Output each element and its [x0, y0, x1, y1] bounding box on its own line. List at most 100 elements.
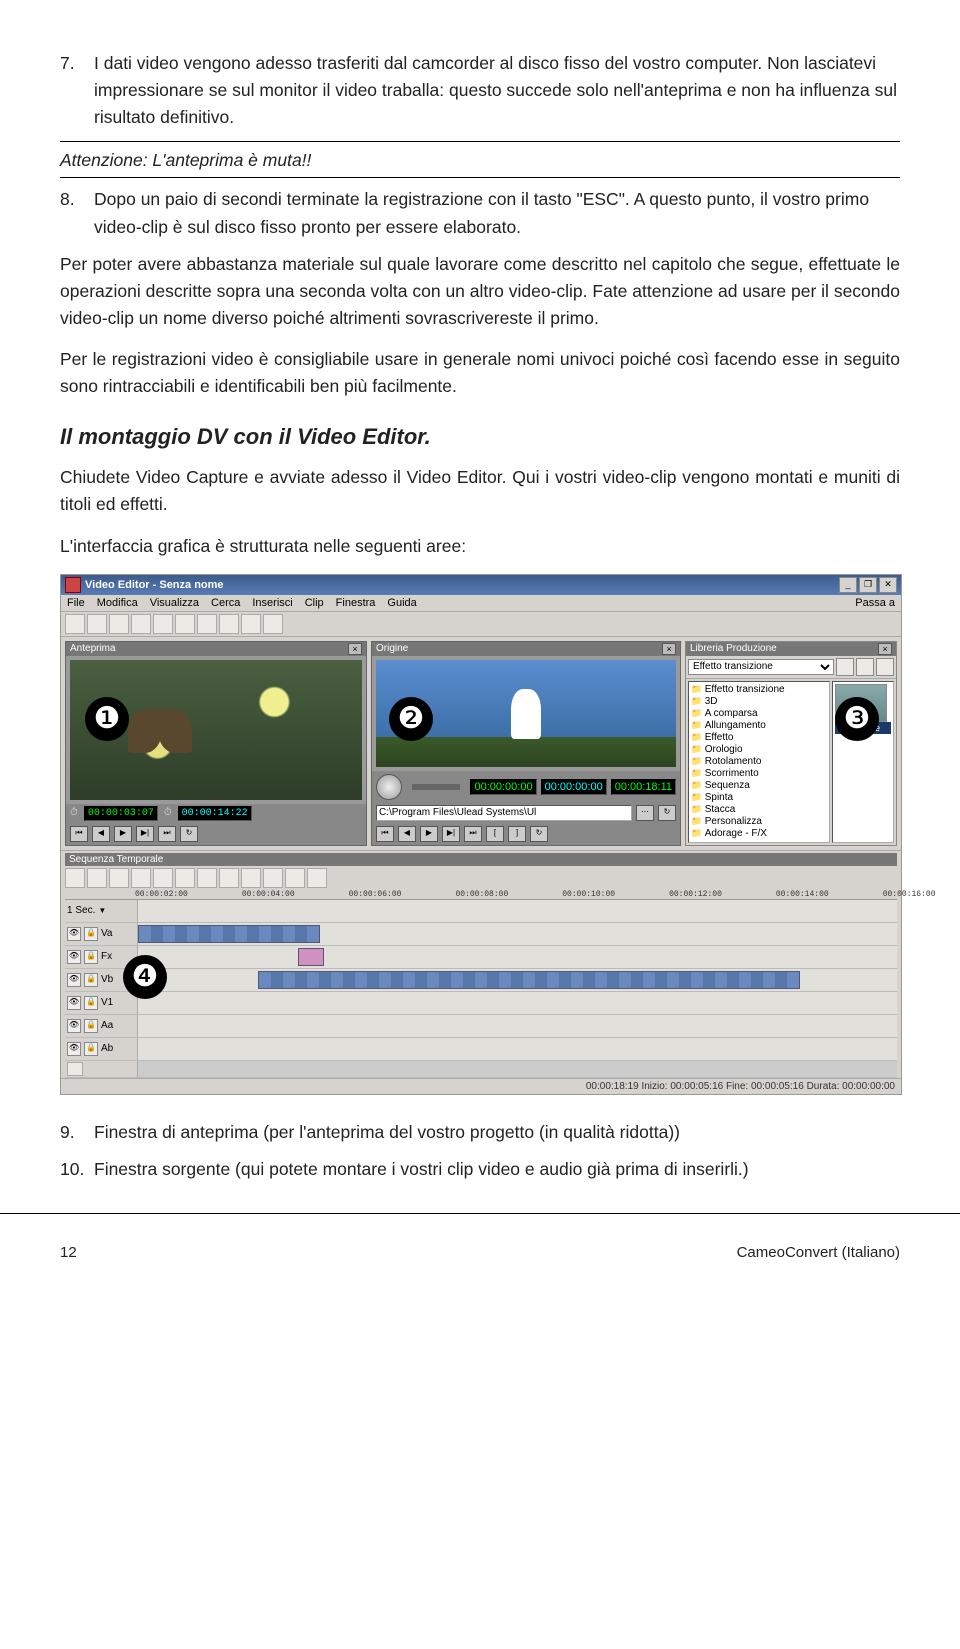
- tree-item[interactable]: A comparsa: [691, 708, 827, 720]
- toolbar-button[interactable]: [241, 614, 261, 634]
- minimize-button[interactable]: _: [839, 577, 857, 593]
- collapse-button[interactable]: [67, 1062, 83, 1076]
- jog-wheel[interactable]: [376, 774, 402, 800]
- menu-window[interactable]: Finestra: [336, 597, 376, 609]
- prev-button[interactable]: ◀: [92, 826, 110, 842]
- lock-icon[interactable]: 🔒: [84, 1019, 98, 1033]
- timeline-tool[interactable]: [263, 868, 283, 888]
- toolbar-button[interactable]: [109, 614, 129, 634]
- track-area[interactable]: [138, 1015, 897, 1037]
- scrub-bar[interactable]: [412, 784, 460, 790]
- menu-clip[interactable]: Clip: [305, 597, 324, 609]
- ruler-tick: 00:00:02:00: [135, 890, 188, 899]
- fx-clip[interactable]: [298, 948, 324, 966]
- video-clip[interactable]: [258, 971, 800, 989]
- panel-close-icon[interactable]: ×: [878, 643, 892, 655]
- track-area[interactable]: [138, 900, 897, 922]
- panel-close-icon[interactable]: ×: [348, 643, 362, 655]
- tree-item[interactable]: Allungamento: [691, 720, 827, 732]
- loop-button[interactable]: ↻: [530, 826, 548, 842]
- menu-help[interactable]: Guida: [387, 597, 416, 609]
- menu-file[interactable]: File: [67, 597, 85, 609]
- track-area[interactable]: [138, 992, 897, 1014]
- track-area[interactable]: [138, 969, 897, 991]
- timeline-tool[interactable]: [307, 868, 327, 888]
- timeline-tool[interactable]: [131, 868, 151, 888]
- tree-item[interactable]: Effetto transizione: [691, 684, 827, 696]
- lock-icon[interactable]: 🔒: [84, 973, 98, 987]
- tree-item[interactable]: Sequenza: [691, 780, 827, 792]
- timeline-tool[interactable]: [65, 868, 85, 888]
- eye-icon[interactable]: 👁: [67, 1019, 81, 1033]
- tree-item[interactable]: Spinta: [691, 792, 827, 804]
- reload-button[interactable]: ↻: [658, 805, 676, 821]
- h-scrollbar[interactable]: [138, 1061, 897, 1077]
- video-clip[interactable]: [138, 925, 320, 943]
- timeline-tool[interactable]: [175, 868, 195, 888]
- lib-button[interactable]: [836, 658, 854, 676]
- track-label[interactable]: 1 Sec.▼: [65, 900, 138, 922]
- timeline-tool[interactable]: [197, 868, 217, 888]
- toolbar-button[interactable]: [197, 614, 217, 634]
- timeline-tool[interactable]: [219, 868, 239, 888]
- lock-icon[interactable]: 🔒: [84, 1042, 98, 1056]
- tree-item[interactable]: Orologio: [691, 744, 827, 756]
- menu-goto[interactable]: Passa a: [855, 597, 895, 609]
- last-button[interactable]: ⏭: [158, 826, 176, 842]
- tree-item[interactable]: Scorrimento: [691, 768, 827, 780]
- mark-out-button[interactable]: ]: [508, 826, 526, 842]
- toolbar-button[interactable]: [263, 614, 283, 634]
- toolbar-button[interactable]: [87, 614, 107, 634]
- tree-item[interactable]: Stacca: [691, 804, 827, 816]
- eye-icon[interactable]: 👁: [67, 927, 81, 941]
- eye-icon[interactable]: 👁: [67, 950, 81, 964]
- lock-icon[interactable]: 🔒: [84, 996, 98, 1010]
- lock-icon[interactable]: 🔒: [84, 927, 98, 941]
- path-input[interactable]: [376, 805, 632, 821]
- toolbar-button[interactable]: [131, 614, 151, 634]
- maximize-button[interactable]: ❐: [859, 577, 877, 593]
- library-tree[interactable]: Effetto transizione 3D A comparsa Allung…: [688, 681, 830, 843]
- first-button[interactable]: ⏮: [70, 826, 88, 842]
- tree-item[interactable]: Rotolamento: [691, 756, 827, 768]
- last-button[interactable]: ⏭: [464, 826, 482, 842]
- toolbar-button[interactable]: [175, 614, 195, 634]
- toolbar-button[interactable]: [153, 614, 173, 634]
- eye-icon[interactable]: 👁: [67, 1042, 81, 1056]
- play-button[interactable]: ▶: [420, 826, 438, 842]
- menu-edit[interactable]: Modifica: [97, 597, 138, 609]
- panel-close-icon[interactable]: ×: [662, 643, 676, 655]
- timeline-tool[interactable]: [241, 868, 261, 888]
- library-category-select[interactable]: Effetto transizione: [688, 659, 834, 675]
- lib-button[interactable]: [876, 658, 894, 676]
- close-button[interactable]: ✕: [879, 577, 897, 593]
- track-area[interactable]: [138, 1038, 897, 1060]
- menu-insert[interactable]: Inserisci: [252, 597, 292, 609]
- timeline-tool[interactable]: [87, 868, 107, 888]
- tree-item[interactable]: Effetto: [691, 732, 827, 744]
- menu-search[interactable]: Cerca: [211, 597, 240, 609]
- menu-view[interactable]: Visualizza: [150, 597, 199, 609]
- loop-button[interactable]: ↻: [180, 826, 198, 842]
- play-button[interactable]: ▶: [114, 826, 132, 842]
- track-area[interactable]: [138, 946, 897, 968]
- track-area[interactable]: [138, 923, 897, 945]
- lock-icon[interactable]: 🔒: [84, 950, 98, 964]
- next-button[interactable]: ▶|: [442, 826, 460, 842]
- toolbar-button[interactable]: [219, 614, 239, 634]
- timeline-tool[interactable]: [109, 868, 129, 888]
- tree-item[interactable]: 3D: [691, 696, 827, 708]
- timeline-tool[interactable]: [153, 868, 173, 888]
- next-button[interactable]: ▶|: [136, 826, 154, 842]
- eye-icon[interactable]: 👁: [67, 973, 81, 987]
- toolbar-button[interactable]: [65, 614, 85, 634]
- mark-in-button[interactable]: [: [486, 826, 504, 842]
- timeline-tool[interactable]: [285, 868, 305, 888]
- prev-button[interactable]: ◀: [398, 826, 416, 842]
- tree-item[interactable]: Adorage - F/X: [691, 828, 827, 840]
- lib-button[interactable]: [856, 658, 874, 676]
- tree-item[interactable]: Personalizza: [691, 816, 827, 828]
- browse-button[interactable]: ⋯: [636, 805, 654, 821]
- eye-icon[interactable]: 👁: [67, 996, 81, 1010]
- first-button[interactable]: ⏮: [376, 826, 394, 842]
